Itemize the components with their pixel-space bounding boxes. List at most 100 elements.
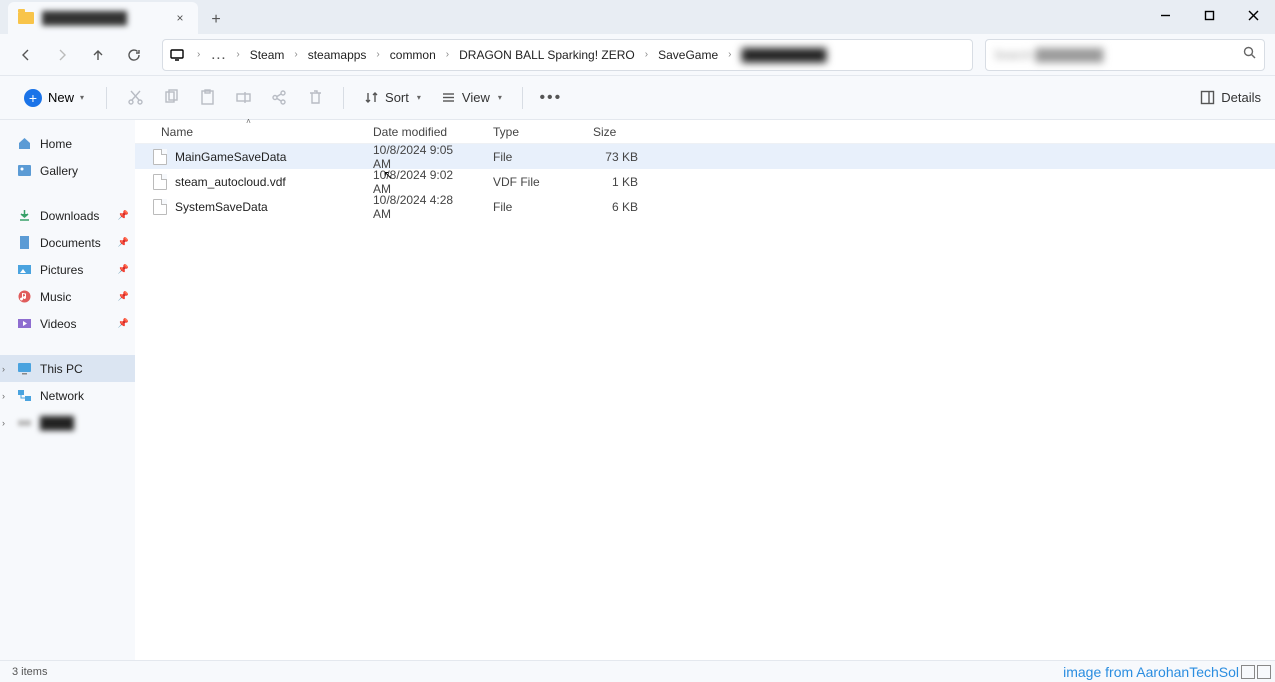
pc-icon [16,361,32,377]
paste-button[interactable] [191,82,223,114]
copy-button[interactable] [155,82,187,114]
view-button[interactable]: View ▾ [433,86,510,109]
music-icon [16,289,32,305]
search-placeholder: Search ████████ [994,48,1243,62]
breadcrumb-item[interactable]: ██████████ [737,48,830,62]
chevron-down-icon: ▾ [80,93,84,102]
sort-label: Sort [385,90,409,105]
column-size[interactable]: Size [583,120,648,143]
chevron-down-icon: ▾ [498,93,502,102]
file-row[interactable]: SystemSaveData 10/8/2024 4:28 AM File 6 … [135,194,1275,219]
pin-icon: 📌 [118,264,129,275]
separator [522,87,523,109]
maximize-button[interactable] [1187,0,1231,30]
share-button[interactable] [263,82,295,114]
sidebar-item-pictures[interactable]: Pictures📌 [0,256,135,283]
window-controls [1143,0,1275,30]
search-icon [1243,46,1256,64]
new-button[interactable]: + New ▾ [14,85,94,111]
column-date[interactable]: Date modified [363,120,483,143]
chevron-right-icon[interactable]: › [288,49,303,60]
sidebar-item-documents[interactable]: Documents📌 [0,229,135,256]
sidebar-item-extra[interactable]: › ████ [0,409,135,436]
documents-icon [16,235,32,251]
thumbnail-view-icon[interactable] [1257,665,1271,679]
address-bar: › … › Steam › steamapps › common › DRAGO… [0,34,1275,76]
sort-button[interactable]: Sort ▾ [356,86,429,109]
pin-icon: 📌 [118,291,129,302]
sidebar-item-gallery[interactable]: Gallery [0,157,135,184]
new-label: New [48,90,74,105]
toolbar: + New ▾ Sort ▾ View ▾ ••• Details [0,76,1275,120]
view-toggle[interactable] [1241,665,1271,679]
chevron-right-icon[interactable]: › [230,49,245,60]
item-count: 3 items [12,666,47,678]
delete-button[interactable] [299,82,331,114]
separator [343,87,344,109]
file-row[interactable]: steam_autocloud.vdf 10/8/2024 9:02 AM VD… [135,169,1275,194]
sidebar: Home Gallery Downloads📌 Documents📌 Pictu… [0,120,135,660]
tab-close-button[interactable]: × [172,10,188,26]
breadcrumb-item[interactable]: SaveGame [654,48,722,62]
pc-icon [169,47,185,63]
main-area: Home Gallery Downloads📌 Documents📌 Pictu… [0,120,1275,660]
file-icon [153,149,167,165]
chevron-right-icon[interactable]: › [191,49,206,60]
refresh-button[interactable] [118,39,150,71]
chevron-right-icon[interactable]: › [440,49,455,60]
search-input[interactable]: Search ████████ [985,39,1265,71]
sidebar-item-videos[interactable]: Videos📌 [0,310,135,337]
file-icon [153,199,167,215]
pin-icon: 📌 [118,210,129,221]
column-headers: ˄Name Date modified Type Size [135,120,1275,144]
file-icon [153,174,167,190]
file-row[interactable]: MainGameSaveData 10/8/2024 9:05 AM File … [135,144,1275,169]
cut-button[interactable] [119,82,151,114]
window-tab[interactable]: ██████████ × [8,2,198,34]
back-button[interactable] [10,39,42,71]
chevron-right-icon[interactable]: › [2,418,5,428]
pictures-icon [16,262,32,278]
up-button[interactable] [82,39,114,71]
close-button[interactable] [1231,0,1275,30]
details-button[interactable]: Details [1200,90,1261,105]
breadcrumb[interactable]: › … › Steam › steamapps › common › DRAGO… [162,39,973,71]
breadcrumb-item[interactable]: common [386,48,440,62]
pin-icon: 📌 [118,237,129,248]
watermark: image from AarohanTechSol [1063,664,1239,680]
chevron-right-icon[interactable]: › [639,49,654,60]
plus-icon: + [24,89,42,107]
column-name[interactable]: ˄Name [135,120,363,143]
rename-button[interactable] [227,82,259,114]
breadcrumb-item[interactable]: Steam [246,48,289,62]
network-icon [16,388,32,404]
forward-button[interactable] [46,39,78,71]
minimize-button[interactable] [1143,0,1187,30]
breadcrumb-item[interactable]: steamapps [304,48,371,62]
chevron-right-icon[interactable]: › [2,391,5,401]
chevron-right-icon[interactable]: › [370,49,385,60]
new-tab-button[interactable]: + [202,6,230,34]
chevron-right-icon[interactable]: › [722,49,737,60]
download-icon [16,208,32,224]
details-label: Details [1221,90,1261,105]
breadcrumb-item[interactable]: DRAGON BALL Sparking! ZERO [455,48,639,62]
breadcrumb-overflow[interactable]: … [206,46,230,64]
home-icon [16,136,32,152]
sidebar-item-home[interactable]: Home [0,130,135,157]
chevron-right-icon[interactable]: › [2,364,5,374]
more-button[interactable]: ••• [535,82,567,114]
column-type[interactable]: Type [483,120,583,143]
chevron-down-icon: ▾ [417,93,421,102]
sort-asc-icon: ˄ [246,117,251,126]
folder-icon [18,12,34,24]
sidebar-item-thispc[interactable]: › This PC [0,355,135,382]
sidebar-item-downloads[interactable]: Downloads📌 [0,202,135,229]
status-bar: 3 items image from AarohanTechSol [0,660,1275,682]
sidebar-item-network[interactable]: › Network [0,382,135,409]
sidebar-item-music[interactable]: Music📌 [0,283,135,310]
tab-title: ██████████ [42,11,164,25]
details-view-icon[interactable] [1241,665,1255,679]
pin-icon: 📌 [118,318,129,329]
file-list: ˄Name Date modified Type Size MainGameSa… [135,120,1275,660]
